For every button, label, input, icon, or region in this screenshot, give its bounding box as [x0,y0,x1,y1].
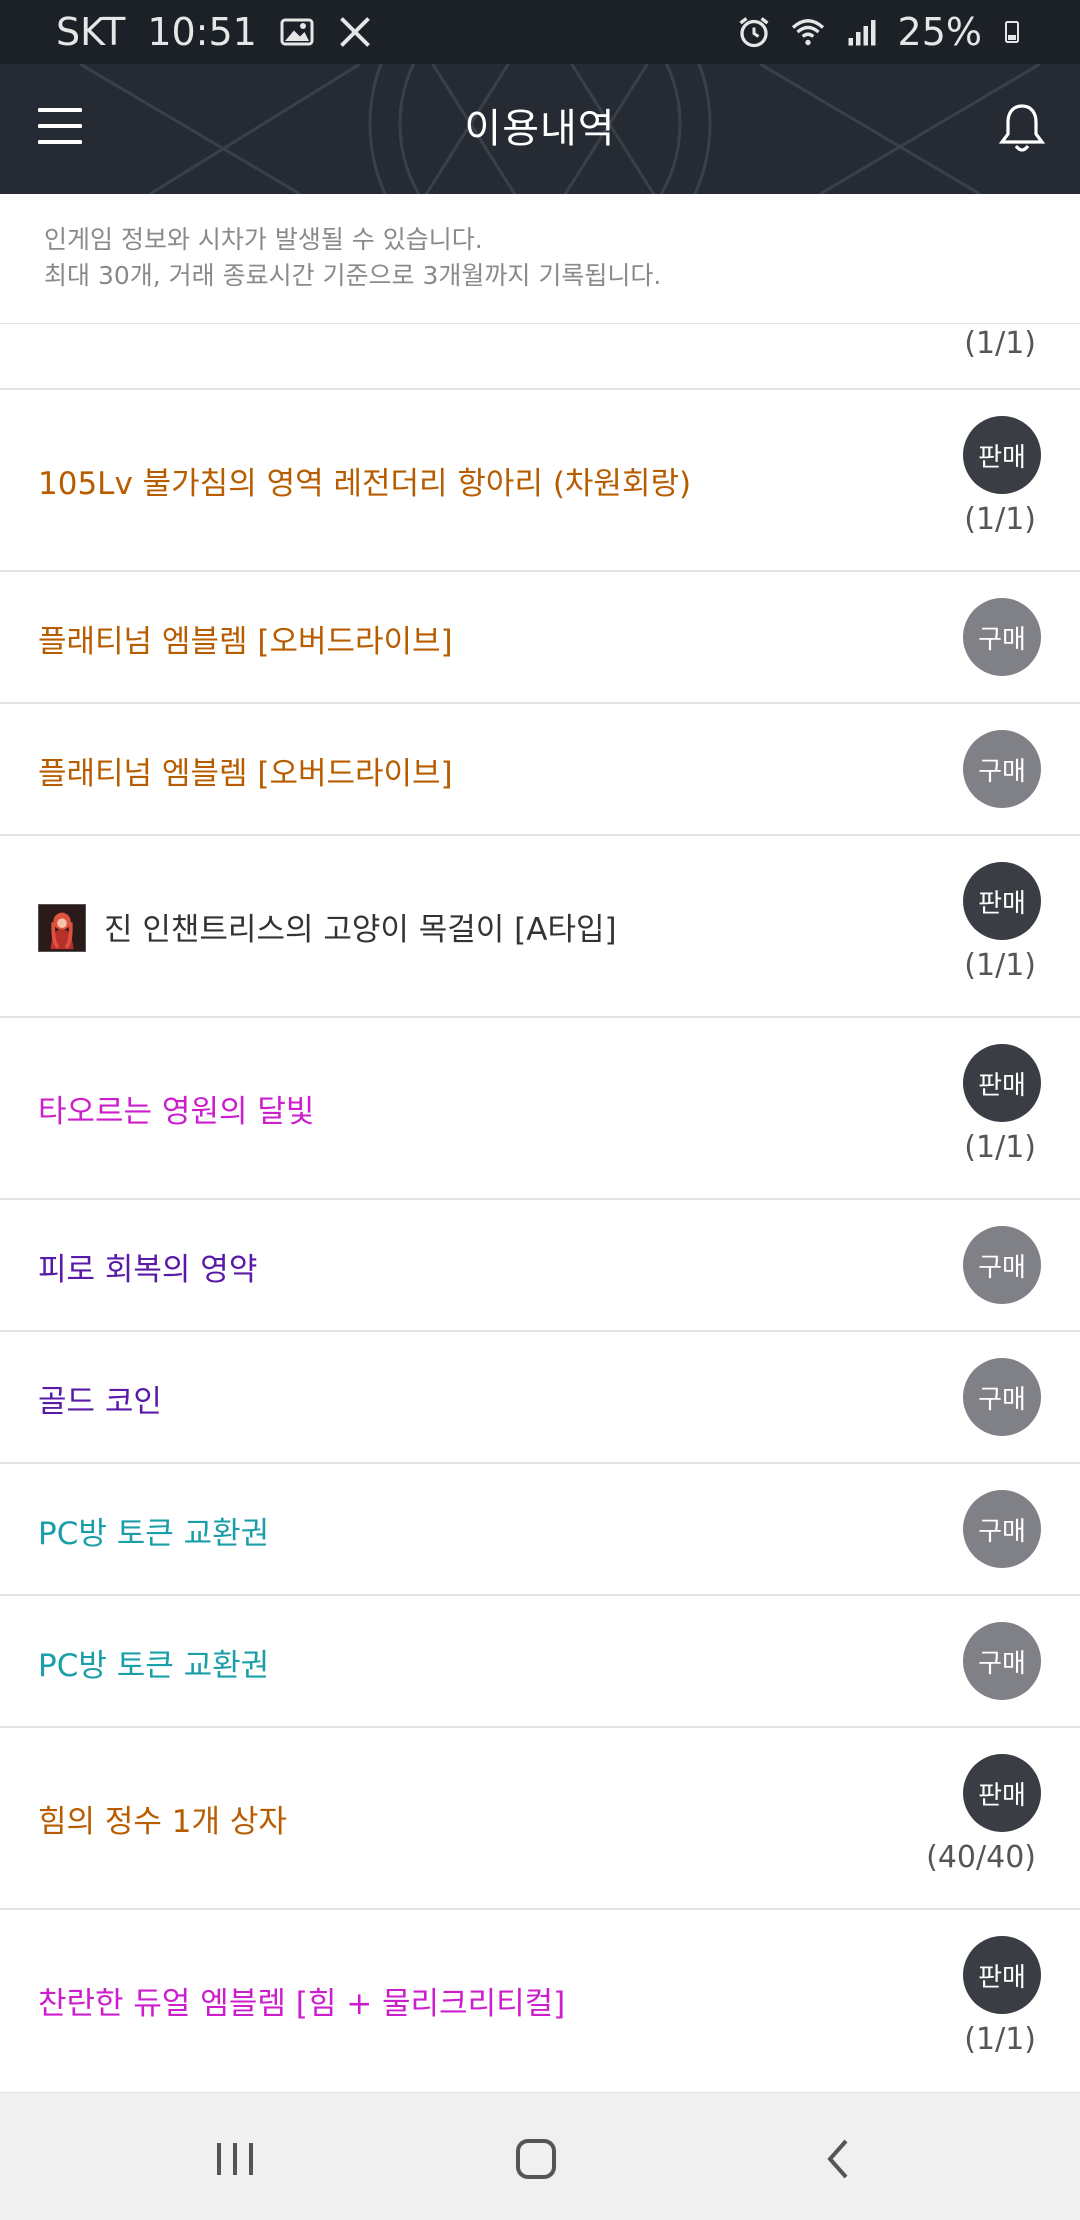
list-item[interactable]: PC방 토큰 교환권 구매 [0,1596,1080,1728]
battery-icon [1005,21,1019,43]
item-name: PC방 토큰 교환권 [38,1516,270,1552]
notice-text: 인게임 정보와 시차가 발생될 수 있습니다. 최대 30개, 거래 종료시간 … [0,194,1080,324]
notification-bell-icon[interactable] [998,102,1046,156]
sell-badge: 판매 [963,862,1041,940]
wifi-icon [791,19,824,46]
gallery-icon [280,18,314,46]
status-bar: SKT 10:51 25% [0,0,1080,64]
character-avatar-icon [38,904,86,952]
item-name: 찬란한 듀얼 엠블렘 [힘 + 물리크리티컬] [38,1986,566,2022]
quantity: (1/1) [964,502,1036,537]
carrier-label: SKT [56,10,126,54]
alarm-icon [739,17,769,48]
item-name: 힘의 정수 1개 상자 [38,1804,287,1840]
item-name: PC방 토큰 교환권 [38,1648,270,1684]
item-name: 진 인챈트리스의 고양이 목걸이 [A타입] [104,912,617,948]
item-name: 피로 회복의 영약 [38,1252,258,1288]
buy-badge: 구매 [963,598,1041,676]
sell-badge: 판매 [963,1936,1041,2014]
item-name: 105Lv 불가침의 영역 레전더리 항아리 (차원회랑) [38,466,692,502]
item-name: 타오르는 영원의 달빛 [38,1094,315,1130]
battery-percent: 25% [897,10,982,54]
buy-badge: 구매 [963,1490,1041,1568]
clock: 10:51 [147,10,257,54]
quantity: (1/1) [964,948,1036,983]
item-name: 골드 코인 [38,1384,162,1420]
quantity: (1/1) [964,2022,1036,2057]
list-item[interactable]: 피로 회복의 영약 구매 [0,1200,1080,1332]
x-app-icon [339,17,370,47]
sell-badge: 판매 [963,1754,1041,1832]
back-icon[interactable] [810,2129,870,2189]
recent-apps-icon[interactable] [205,2129,265,2189]
system-nav-bar [0,2092,1080,2220]
list-item[interactable]: PC방 토큰 교환권 구매 [0,1464,1080,1596]
quantity: (1/1) [964,1130,1036,1165]
buy-badge: 구매 [963,1226,1041,1304]
page-title: 이용내역 [464,106,616,152]
list-item[interactable]: 105Lv 불가침의 영역 레전더리 항아리 (차원회랑) 판매 (1/1) [0,390,1080,572]
buy-badge: 구매 [963,1622,1041,1700]
list-item[interactable]: 타오르는 영원의 달빛 판매 (1/1) [0,1018,1080,1200]
quantity: (1/1) [964,326,1036,361]
list-item[interactable]: 진 인챈트리스의 고양이 목걸이 [A타입] 판매 (1/1) [0,836,1080,1018]
list-item[interactable]: 플래티넘 엠블렘 [오버드라이브] 구매 [0,572,1080,704]
signal-icon [848,20,876,46]
transaction-list: (1/1) 105Lv 불가침의 영역 레전더리 항아리 (차원회랑) 판매 (… [0,324,1080,2092]
sell-badge: 판매 [963,416,1041,494]
quantity: (40/40) [926,1840,1036,1875]
item-name: 플래티넘 엠블렘 [오버드라이브] [38,624,453,660]
list-item[interactable]: 골드 코인 구매 [0,1332,1080,1464]
buy-badge: 구매 [963,1358,1041,1436]
notice-line-1: 인게임 정보와 시차가 발생될 수 있습니다. [44,225,483,254]
home-icon[interactable] [506,2129,566,2189]
list-item[interactable]: 찬란한 듀얼 엠블렘 [힘 + 물리크리티컬] 판매 (1/1) [0,1910,1080,2092]
list-item[interactable]: 플래티넘 엠블렘 [오버드라이브] 구매 [0,704,1080,836]
list-item[interactable]: 힘의 정수 1개 상자 판매 (40/40) [0,1728,1080,1910]
app-header: 이용내역 [0,64,1080,194]
notice-line-2: 최대 30개, 거래 종료시간 기준으로 3개월까지 기록됩니다. [44,261,662,290]
list-item[interactable]: (1/1) [0,324,1080,390]
item-name: 플래티넘 엠블렘 [오버드라이브] [38,756,453,792]
buy-badge: 구매 [963,730,1041,808]
sell-badge: 판매 [963,1044,1041,1122]
